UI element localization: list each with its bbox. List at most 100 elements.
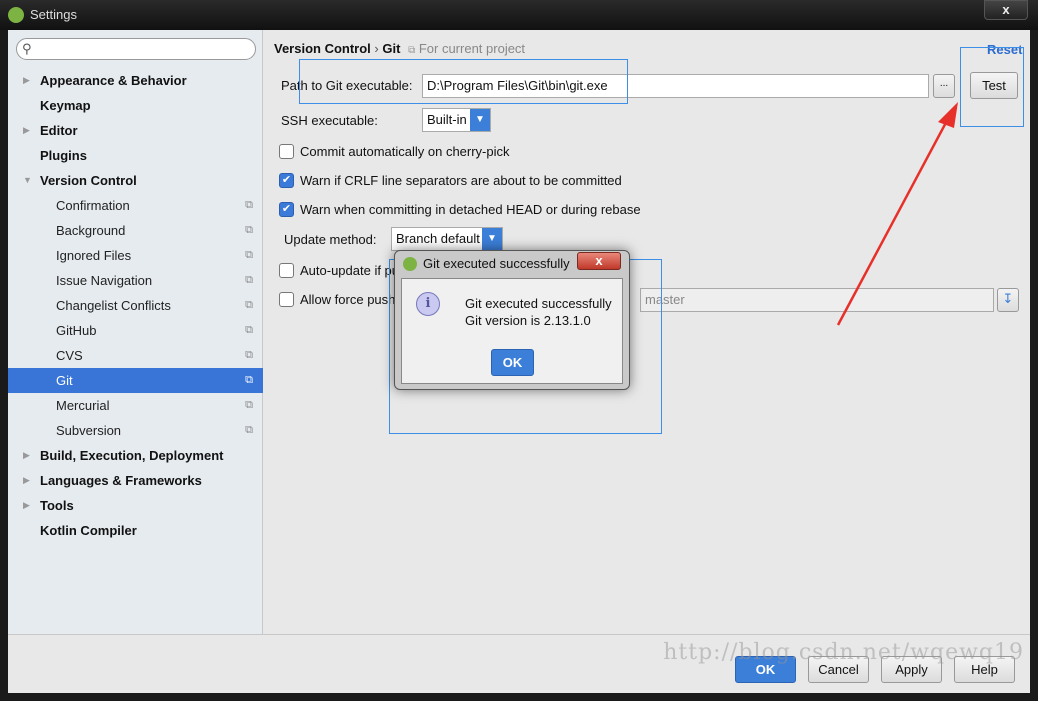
chevron-right-icon[interactable]: ▶ bbox=[23, 68, 30, 93]
sidebar-item-confirmation[interactable]: Confirmation ⧉ bbox=[8, 193, 263, 218]
scope-label: For current project bbox=[418, 41, 526, 56]
chevron-down-icon[interactable]: ▼ bbox=[23, 168, 32, 193]
ssh-value: Built-in bbox=[427, 112, 467, 127]
sidebar-item-editor[interactable]: ▶ Editor bbox=[8, 118, 263, 143]
dialog-message-line2: Git version is 2.13.1.0 bbox=[465, 313, 591, 328]
option-checkbox[interactable]: ✔ bbox=[279, 173, 294, 188]
option-label: Commit automatically on cherry-pick bbox=[300, 144, 510, 159]
force-push-checkbox[interactable] bbox=[279, 292, 294, 307]
sidebar-item-plugins[interactable]: Plugins bbox=[8, 143, 263, 168]
dialog-ok-button[interactable]: OK bbox=[491, 349, 534, 376]
copy-icon: ⧉ bbox=[408, 45, 416, 56]
search-input[interactable]: ⚲ bbox=[16, 38, 256, 60]
watermark: http://blog.csdn.net/wqewq19 bbox=[663, 640, 1024, 665]
sidebar-item-label: Appearance & Behavior bbox=[40, 73, 187, 88]
breadcrumb-current: Git bbox=[382, 41, 401, 56]
option-checkbox[interactable]: ✔ bbox=[279, 202, 294, 217]
sidebar-item-mercurial[interactable]: Mercurial ⧉ bbox=[8, 393, 263, 418]
chevron-right-icon[interactable]: ▶ bbox=[23, 493, 30, 518]
project-scope-icon: ⧉ bbox=[245, 274, 253, 286]
dialog-message-line1: Git executed successfully bbox=[465, 296, 612, 311]
annotation-box bbox=[299, 59, 628, 104]
android-studio-logo-icon bbox=[8, 7, 24, 23]
title-bar: Settings x bbox=[0, 0, 1038, 30]
search-icon: ⚲ bbox=[22, 41, 32, 56]
sidebar-item-label: Ignored Files bbox=[56, 248, 132, 263]
option-label: Warn when committing in detached HEAD or… bbox=[300, 202, 641, 217]
settings-sidebar: ⚲ ▶ Appearance & Behavior Keymap ▶ Editor Plu… bbox=[8, 30, 263, 634]
sidebar-item-label: Plugins bbox=[40, 148, 87, 163]
sidebar-item-label: Confirmation bbox=[56, 198, 130, 213]
window-close-button[interactable]: x bbox=[984, 0, 1028, 20]
sidebar-item-languages-frameworks[interactable]: ▶ Languages & Frameworks bbox=[8, 468, 263, 493]
sidebar-item-build-execution-deployment[interactable]: ▶ Build, Execution, Deployment bbox=[8, 443, 263, 468]
ssh-select[interactable]: Built-in ▼ bbox=[422, 108, 491, 132]
sidebar-item-label: Editor bbox=[40, 123, 78, 138]
sidebar-item-label: Git bbox=[56, 373, 73, 388]
force-push-label: Allow force push bbox=[300, 292, 396, 307]
chevron-right-icon[interactable]: ▶ bbox=[23, 468, 30, 493]
sidebar-item-issue-navigation[interactable]: Issue Navigation ⧉ bbox=[8, 268, 263, 293]
sidebar-item-background[interactable]: Background ⧉ bbox=[8, 218, 263, 243]
sidebar-item-appearance-behavior[interactable]: ▶ Appearance & Behavior bbox=[8, 68, 263, 93]
sidebar-item-label: Tools bbox=[40, 498, 74, 513]
project-scope-icon: ⧉ bbox=[245, 249, 253, 261]
dialog-content: i Git executed successfully Git version … bbox=[401, 278, 623, 384]
sidebar-item-ignored-files[interactable]: Ignored Files ⧉ bbox=[8, 243, 263, 268]
project-scope-icon: ⧉ bbox=[245, 424, 253, 436]
breadcrumb-parent: Version Control bbox=[274, 41, 371, 56]
breadcrumb-separator: › bbox=[374, 41, 379, 56]
expand-field-button[interactable]: ↧ bbox=[997, 288, 1019, 312]
sidebar-item-subversion[interactable]: Subversion ⧉ bbox=[8, 418, 263, 443]
sidebar-item-changelist-conflicts[interactable]: Changelist Conflicts ⧉ bbox=[8, 293, 263, 318]
sidebar-item-label: Background bbox=[56, 223, 126, 238]
project-scope-icon: ⧉ bbox=[245, 374, 253, 386]
sidebar-item-label: Kotlin Compiler bbox=[40, 523, 137, 538]
dialog-close-button[interactable]: x bbox=[577, 252, 621, 270]
sidebar-item-label: Build, Execution, Deployment bbox=[40, 448, 224, 463]
sidebar-item-label: Version Control bbox=[40, 173, 137, 188]
update-method-value: Branch default bbox=[396, 231, 480, 246]
update-method-label: Update method: bbox=[284, 232, 377, 247]
sidebar-item-label: Changelist Conflicts bbox=[56, 298, 171, 313]
sidebar-item-label: Subversion bbox=[56, 423, 122, 438]
annotation-arrow bbox=[836, 102, 958, 326]
option-checkbox[interactable] bbox=[279, 144, 294, 159]
project-scope-icon: ⧉ bbox=[245, 199, 253, 211]
sidebar-item-git[interactable]: Git ⧉ bbox=[8, 368, 263, 393]
sidebar-item-github[interactable]: GitHub ⧉ bbox=[8, 318, 263, 343]
update-method-select[interactable]: Branch default ▼ bbox=[391, 227, 503, 251]
chevron-down-icon: ▼ bbox=[482, 228, 502, 250]
window-title: Settings bbox=[30, 7, 77, 22]
annotation-box bbox=[960, 47, 1024, 127]
project-scope-icon: ⧉ bbox=[245, 224, 253, 236]
sidebar-item-label: Keymap bbox=[40, 98, 91, 113]
project-scope-icon: ⧉ bbox=[245, 299, 253, 311]
sidebar-item-cvs[interactable]: CVS ⧉ bbox=[8, 343, 263, 368]
chevron-right-icon[interactable]: ▶ bbox=[23, 118, 30, 143]
option-label: Warn if CRLF line separators are about t… bbox=[300, 173, 622, 188]
dialog-title: Git executed successfully bbox=[423, 256, 570, 271]
sidebar-item-label: Languages & Frameworks bbox=[40, 473, 202, 488]
browse-button[interactable]: ... bbox=[933, 74, 955, 98]
sidebar-item-label: CVS bbox=[56, 348, 83, 363]
sidebar-item-label: Issue Navigation bbox=[56, 273, 153, 288]
expand-icon: ↧ bbox=[1002, 291, 1014, 306]
project-scope-icon: ⧉ bbox=[245, 399, 253, 411]
chevron-down-icon: ▼ bbox=[470, 109, 490, 131]
auto-update-checkbox[interactable] bbox=[279, 263, 294, 278]
project-scope-icon: ⧉ bbox=[245, 349, 253, 361]
chevron-right-icon[interactable]: ▶ bbox=[23, 443, 30, 468]
sidebar-item-label: GitHub bbox=[56, 323, 97, 338]
project-scope-icon: ⧉ bbox=[245, 324, 253, 336]
android-studio-logo-icon bbox=[403, 257, 417, 271]
sidebar-item-label: Mercurial bbox=[56, 398, 110, 413]
info-icon: i bbox=[416, 292, 440, 316]
sidebar-item-tools[interactable]: ▶ Tools bbox=[8, 493, 263, 518]
sidebar-item-keymap[interactable]: Keymap bbox=[8, 93, 263, 118]
sidebar-item-kotlin-compiler[interactable]: Kotlin Compiler bbox=[8, 518, 263, 543]
ssh-label: SSH executable: bbox=[281, 113, 378, 128]
git-success-dialog: Git executed successfully x i Git execut… bbox=[394, 250, 630, 390]
sidebar-item-version-control[interactable]: ▼ Version Control bbox=[8, 168, 263, 193]
footer-divider bbox=[8, 634, 1030, 635]
